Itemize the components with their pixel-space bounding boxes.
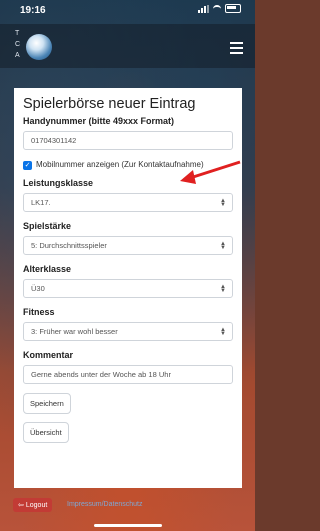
- annotation-arrow-head: [180, 170, 196, 184]
- logout-icon: ⇦: [18, 502, 24, 509]
- logout-button[interactable]: ⇦ Logout: [13, 498, 53, 512]
- home-indicator: [94, 524, 162, 527]
- annotation-arrow-line: [189, 160, 241, 180]
- logout-label: Logout: [25, 501, 48, 509]
- impressum-link[interactable]: Impressum/Datenschutz: [67, 501, 142, 508]
- annotation-arrow: [180, 160, 241, 184]
- footer: ⇦ Logout Impressum/Datenschutz: [0, 495, 255, 517]
